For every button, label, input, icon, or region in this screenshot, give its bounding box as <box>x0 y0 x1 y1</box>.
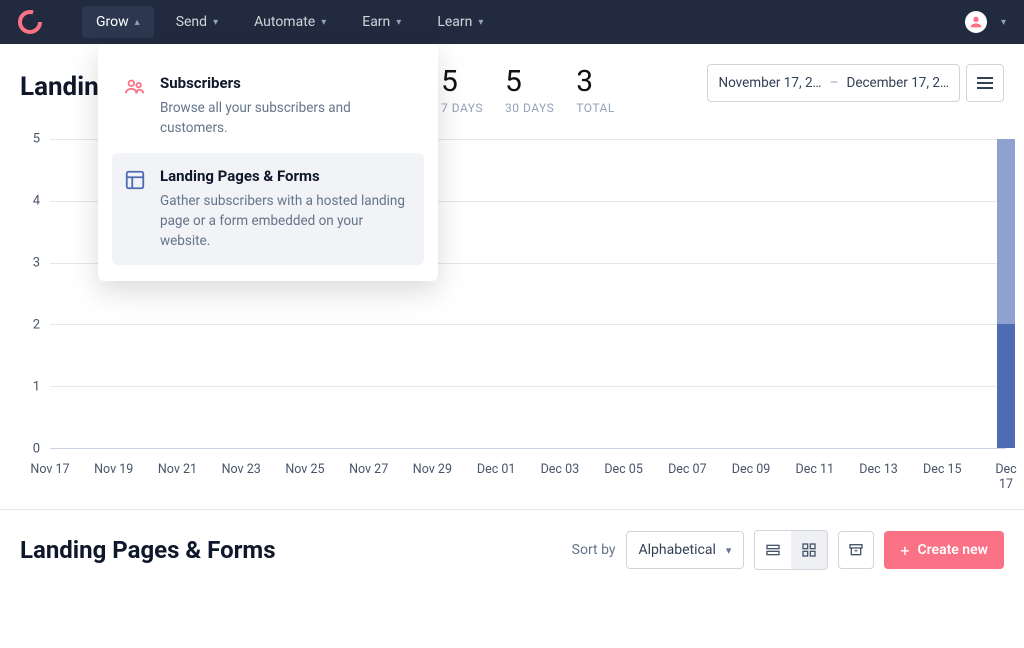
x-tick: Dec 05 <box>604 462 643 477</box>
nav-item-earn[interactable]: Earn ▾ <box>348 6 415 38</box>
y-tick: 4 <box>33 194 40 209</box>
x-tick: Nov 21 <box>158 462 197 477</box>
section-header: Landing Pages & Forms Sort by Alphabetic… <box>0 510 1024 590</box>
chevron-down-icon[interactable]: ▾ <box>1001 17 1006 28</box>
nav-item-send[interactable]: Send ▾ <box>162 6 232 38</box>
sort-value: Alphabetical <box>639 542 716 558</box>
dropdown-item-text: Subscribers Browse all your subscribers … <box>160 74 412 139</box>
date-end: December 17, 2… <box>846 75 949 91</box>
stat-value: 3 <box>576 64 615 99</box>
dropdown-item-desc: Gather subscribers with a hosted landing… <box>160 191 412 252</box>
nav-label: Send <box>176 14 207 30</box>
bar <box>997 139 1015 448</box>
x-tick: Nov 25 <box>285 462 324 477</box>
x-tick: Dec 09 <box>732 462 771 477</box>
grow-dropdown: Subscribers Browse all your subscribers … <box>98 44 438 281</box>
x-tick: Dec 01 <box>477 462 516 477</box>
sort-label: Sort by <box>572 542 616 558</box>
plus-icon: + <box>900 541 909 560</box>
section-title: Landing Pages & Forms <box>20 536 276 564</box>
chevron-up-icon: ▴ <box>135 17 140 28</box>
x-axis: Nov 17Nov 19Nov 21Nov 23Nov 25Nov 27Nov … <box>50 454 1006 499</box>
chevron-down-icon: ▾ <box>213 17 218 28</box>
avatar[interactable] <box>965 11 987 33</box>
y-tick: 1 <box>33 380 40 395</box>
y-axis: 012345 <box>18 139 46 449</box>
stat-label: 30 DAYS <box>505 101 554 115</box>
create-label: Create new <box>917 542 988 558</box>
x-tick: Dec 17 <box>988 462 1024 492</box>
archive-button[interactable] <box>838 531 874 569</box>
stat-label: 7 DAYS <box>441 101 483 115</box>
dropdown-item-text: Landing Pages & Forms Gather subscribers… <box>160 167 412 252</box>
nav-label: Learn <box>437 14 472 30</box>
y-tick: 0 <box>33 442 40 457</box>
x-tick: Dec 15 <box>923 462 962 477</box>
hamburger-icon <box>977 82 993 84</box>
layout-icon <box>124 167 146 252</box>
dropdown-item-subscribers[interactable]: Subscribers Browse all your subscribers … <box>112 60 424 153</box>
nav-item-grow[interactable]: Grow ▴ <box>82 6 154 38</box>
dash: – <box>830 75 839 91</box>
section-controls: Sort by Alphabetical ▾ + Create new <box>572 530 1004 570</box>
users-icon <box>124 74 146 139</box>
nav-label: Grow <box>96 14 129 30</box>
nav-right: ▾ <box>965 11 1006 33</box>
x-tick: Nov 27 <box>349 462 388 477</box>
x-tick: Dec 13 <box>859 462 898 477</box>
logo <box>18 10 42 34</box>
stat-value: 5 <box>505 64 554 99</box>
x-tick: Dec 07 <box>668 462 707 477</box>
y-tick: 3 <box>33 256 40 271</box>
stat-value: 5 <box>441 64 483 99</box>
x-tick: Dec 11 <box>796 462 835 477</box>
date-start: November 17, 2… <box>718 75 821 91</box>
x-tick: Nov 23 <box>222 462 261 477</box>
stat-7days: 5 7 DAYS <box>441 64 483 115</box>
chevron-down-icon: ▾ <box>396 17 401 28</box>
view-grid-button[interactable] <box>791 531 827 569</box>
x-tick: Nov 19 <box>94 462 133 477</box>
menu-button[interactable] <box>966 64 1004 102</box>
stat-30days: 5 30 DAYS <box>505 64 554 115</box>
create-new-button[interactable]: + Create new <box>884 531 1004 569</box>
stat-label: TOTAL <box>576 101 615 115</box>
y-tick: 2 <box>33 318 40 333</box>
stat-total: 3 TOTAL <box>576 64 615 115</box>
x-tick: Nov 29 <box>413 462 452 477</box>
header-controls: November 17, 2… – December 17, 2… <box>707 64 1004 102</box>
dropdown-item-title: Subscribers <box>160 74 412 92</box>
x-tick: Dec 03 <box>541 462 580 477</box>
nav-label: Earn <box>362 14 390 30</box>
dropdown-item-desc: Browse all your subscribers and customer… <box>160 98 412 139</box>
nav-label: Automate <box>254 14 315 30</box>
y-tick: 5 <box>33 132 40 147</box>
nav-item-automate[interactable]: Automate ▾ <box>240 6 340 38</box>
x-tick: Nov 17 <box>30 462 69 477</box>
chevron-down-icon: ▾ <box>321 17 326 28</box>
dropdown-item-title: Landing Pages & Forms <box>160 167 412 185</box>
top-nav: Grow ▴ Send ▾ Automate ▾ Earn ▾ Learn ▾ … <box>0 0 1024 44</box>
view-toggle <box>754 530 828 570</box>
chevron-down-icon: ▾ <box>478 17 483 28</box>
view-list-button[interactable] <box>755 531 791 569</box>
chevron-down-icon: ▾ <box>726 544 732 557</box>
date-range-picker[interactable]: November 17, 2… – December 17, 2… <box>707 64 960 102</box>
nav-items: Grow ▴ Send ▾ Automate ▾ Earn ▾ Learn ▾ <box>82 6 497 38</box>
dropdown-item-landing-pages-forms[interactable]: Landing Pages & Forms Gather subscribers… <box>112 153 424 266</box>
sort-select[interactable]: Alphabetical ▾ <box>626 531 745 569</box>
nav-item-learn[interactable]: Learn ▾ <box>423 6 497 38</box>
